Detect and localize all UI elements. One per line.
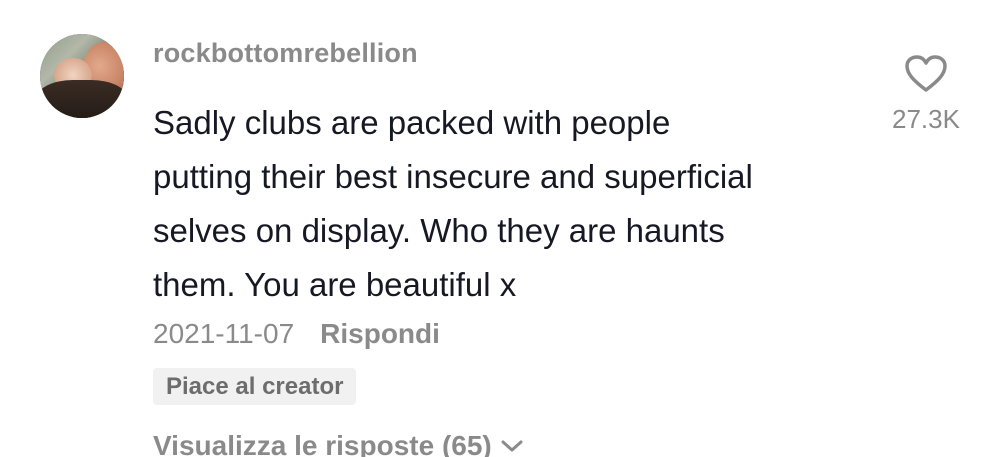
chevron-down-icon: [501, 440, 523, 452]
comment-meta: 2021-11-07 Rispondi: [153, 318, 440, 350]
like-button[interactable]: 27.3K: [878, 54, 974, 135]
comment-text-line: Sadly clubs are packed with people: [153, 104, 671, 141]
view-replies-button[interactable]: Visualizza le risposte (65): [153, 430, 524, 457]
comment-text-line: selves on display. Who they are haunts: [153, 212, 725, 249]
creator-liked-badge: Piace al creator: [153, 368, 357, 405]
comment-username[interactable]: rockbottomrebellion: [153, 38, 418, 69]
view-replies-label: Visualizza le risposte (65): [153, 430, 492, 457]
comment-text: Sadly clubs are packed with people putti…: [153, 96, 873, 312]
comment-date: 2021-11-07: [153, 318, 295, 349]
avatar[interactable]: [40, 34, 124, 118]
reply-button[interactable]: Rispondi: [320, 318, 440, 350]
heart-outline-icon[interactable]: [904, 54, 948, 94]
comment-item: rockbottomrebellion Sadly clubs are pack…: [0, 0, 1000, 457]
comment-text-line: putting their best insecure and superfic…: [153, 158, 753, 195]
like-count: 27.3K: [892, 104, 960, 134]
comment-text-line: them. You are beautiful x: [153, 266, 517, 303]
